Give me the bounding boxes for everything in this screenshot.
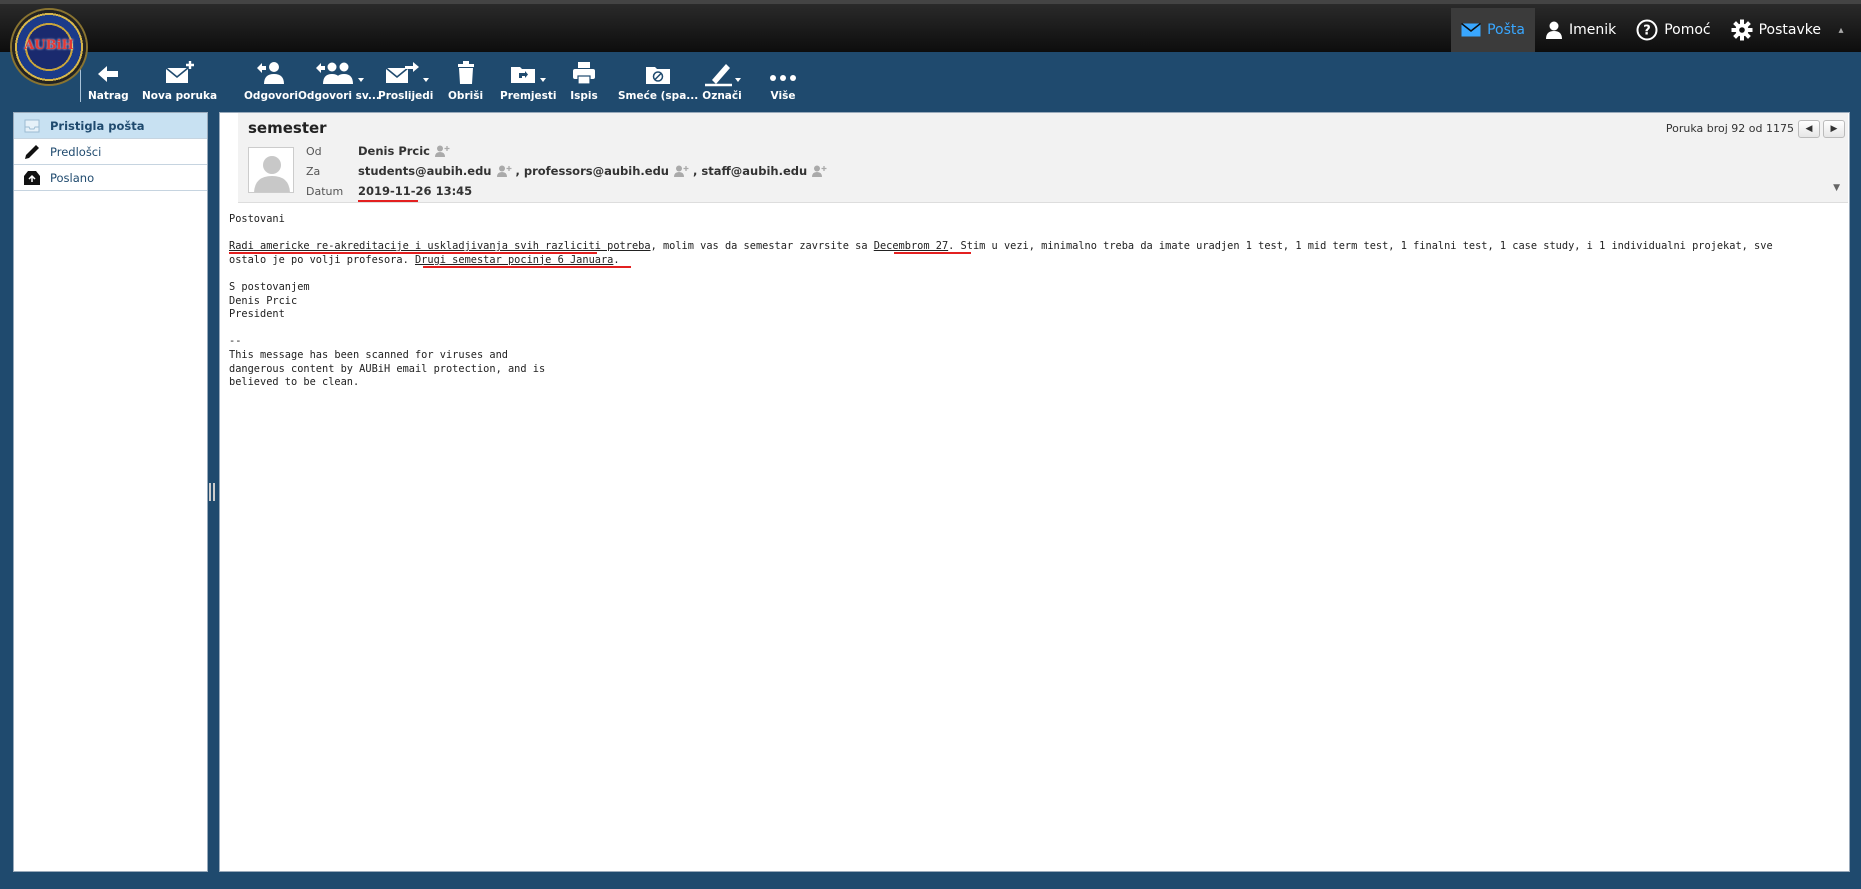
reply-all-button[interactable]: Odgovori sv... [298, 58, 380, 102]
more-button[interactable]: Više [768, 58, 798, 102]
topnav-posta[interactable]: Pošta [1451, 8, 1535, 52]
from-label: Od [306, 145, 322, 158]
new-mail-icon [165, 61, 194, 83]
folder-sidebar: Pristigla pošta Predlošci Poslano [13, 112, 208, 872]
recipient-address[interactable]: staff@aubih.edu [701, 164, 807, 178]
message-subject: semester [248, 119, 327, 137]
spam-button[interactable]: Smeće (spa... [618, 58, 698, 102]
reply-icon [257, 62, 284, 84]
add-contact-icon[interactable] [434, 145, 450, 157]
sidebar-item-label: Predlošci [50, 144, 102, 159]
sidebar-item-label: Pristigla pošta [50, 118, 145, 133]
reply-all-icon [315, 62, 364, 84]
recipient-address[interactable]: students@aubih.edu [358, 164, 492, 178]
gear-icon [1731, 19, 1753, 41]
forward-button[interactable]: Proslijedi [378, 58, 433, 102]
add-contact-icon[interactable] [496, 165, 512, 177]
back-button[interactable]: Natrag [88, 58, 129, 102]
printer-icon [573, 62, 595, 85]
arrow-left-icon [98, 66, 119, 82]
message-view: semester Od Denis Prcic Za students@aubi… [219, 112, 1850, 872]
message-body: Postovani Radi americke re-akreditacije … [229, 213, 1773, 389]
sidebar-item-templates[interactable]: Predlošci [14, 139, 207, 165]
topnav-postavke[interactable]: Postavke [1721, 8, 1831, 52]
greeting: Postovani [229, 213, 285, 225]
trash-icon [457, 61, 474, 84]
folder-move-icon [511, 67, 547, 83]
print-button[interactable]: Ispis [570, 58, 598, 102]
topnav-label: Postavke [1758, 22, 1821, 38]
topnav-label: Pomoć [1664, 22, 1711, 38]
more-dots-icon [770, 75, 796, 81]
toolbar: Natrag Nova poruka Odgovori Odgovori sv.… [0, 52, 1861, 108]
topnav-expand-icon[interactable]: ▴ [1835, 25, 1847, 36]
top-bar: Pošta Imenik ? Pomoć Postavke ▴ [0, 0, 1861, 52]
sender-avatar [248, 147, 294, 193]
highlighted-text: Drugi semestar pocinje 6 Januara [414, 253, 614, 266]
sidebar-item-sent[interactable]: Poslano [14, 165, 207, 191]
help-icon: ? [1636, 19, 1658, 41]
date-label: Datum [306, 185, 344, 198]
reply-button[interactable]: Odgovori [244, 58, 298, 102]
pencil-icon [22, 143, 42, 161]
panel-resize-handle[interactable] [209, 483, 215, 501]
signature: S postovanjem Denis Prcic President [229, 280, 310, 321]
sidebar-item-inbox[interactable]: Pristigla pošta [14, 113, 207, 139]
highlighted-text: Radi americke re-akreditacije i uskladji… [229, 240, 651, 253]
next-message-button[interactable]: ▶ [1823, 120, 1845, 138]
sent-icon [22, 169, 42, 187]
message-header: semester Od Denis Prcic Za students@aubi… [238, 113, 1848, 203]
highlight-underline [894, 252, 971, 254]
mark-button[interactable]: Označi [702, 58, 742, 102]
triangle-left-icon: ◀ [1805, 124, 1813, 134]
sender-name[interactable]: Denis Prcic [358, 144, 430, 158]
topnav-imenik[interactable]: Imenik [1535, 8, 1626, 52]
new-message-button[interactable]: Nova poruka [142, 58, 217, 102]
message-counter: Poruka broj 92 od 1175 [1665, 122, 1794, 135]
to-label: Za [306, 165, 321, 178]
date-highlight-underline [358, 200, 418, 202]
highlight-underline [423, 266, 631, 268]
svg-text:?: ? [1643, 24, 1651, 39]
topnav-label: Pošta [1487, 22, 1525, 38]
top-nav: Pošta Imenik ? Pomoć Postavke ▴ [1451, 8, 1847, 52]
inbox-icon [22, 117, 42, 135]
person-icon [1545, 21, 1563, 39]
virus-scan-footer: -- This message has been scanned for vir… [229, 335, 546, 389]
add-contact-icon[interactable] [811, 165, 827, 177]
recipient-address[interactable]: professors@aubih.edu [524, 164, 669, 178]
add-contact-icon[interactable] [673, 165, 689, 177]
triangle-right-icon: ▶ [1830, 124, 1838, 134]
highlighted-text: Decembrom 27 [873, 240, 949, 253]
forward-mail-icon [385, 62, 429, 83]
previous-message-button[interactable]: ◀ [1798, 120, 1820, 138]
delete-button[interactable]: Obriši [448, 58, 483, 102]
mail-icon [1461, 23, 1482, 37]
message-date: 2019-11-26 13:45 [358, 184, 473, 198]
university-logo: AUBiH [12, 10, 86, 84]
highlighter-icon [705, 64, 741, 87]
logo-text: AUBiH [24, 38, 74, 53]
move-button[interactable]: Premjesti [500, 58, 557, 102]
from-field: Denis Prcic [358, 144, 454, 158]
topnav-pomoc[interactable]: ? Pomoć [1626, 8, 1720, 52]
highlight-underline [229, 252, 597, 254]
spam-folder-icon [646, 67, 671, 84]
header-collapse-icon[interactable]: ▼ [1833, 183, 1840, 193]
date-field: 2019-11-26 13:45 [358, 184, 472, 198]
sidebar-item-label: Poslano [50, 170, 95, 185]
topnav-label: Imenik [1568, 22, 1617, 38]
to-field: students@aubih.edu , professors@aubih.ed… [358, 164, 831, 178]
